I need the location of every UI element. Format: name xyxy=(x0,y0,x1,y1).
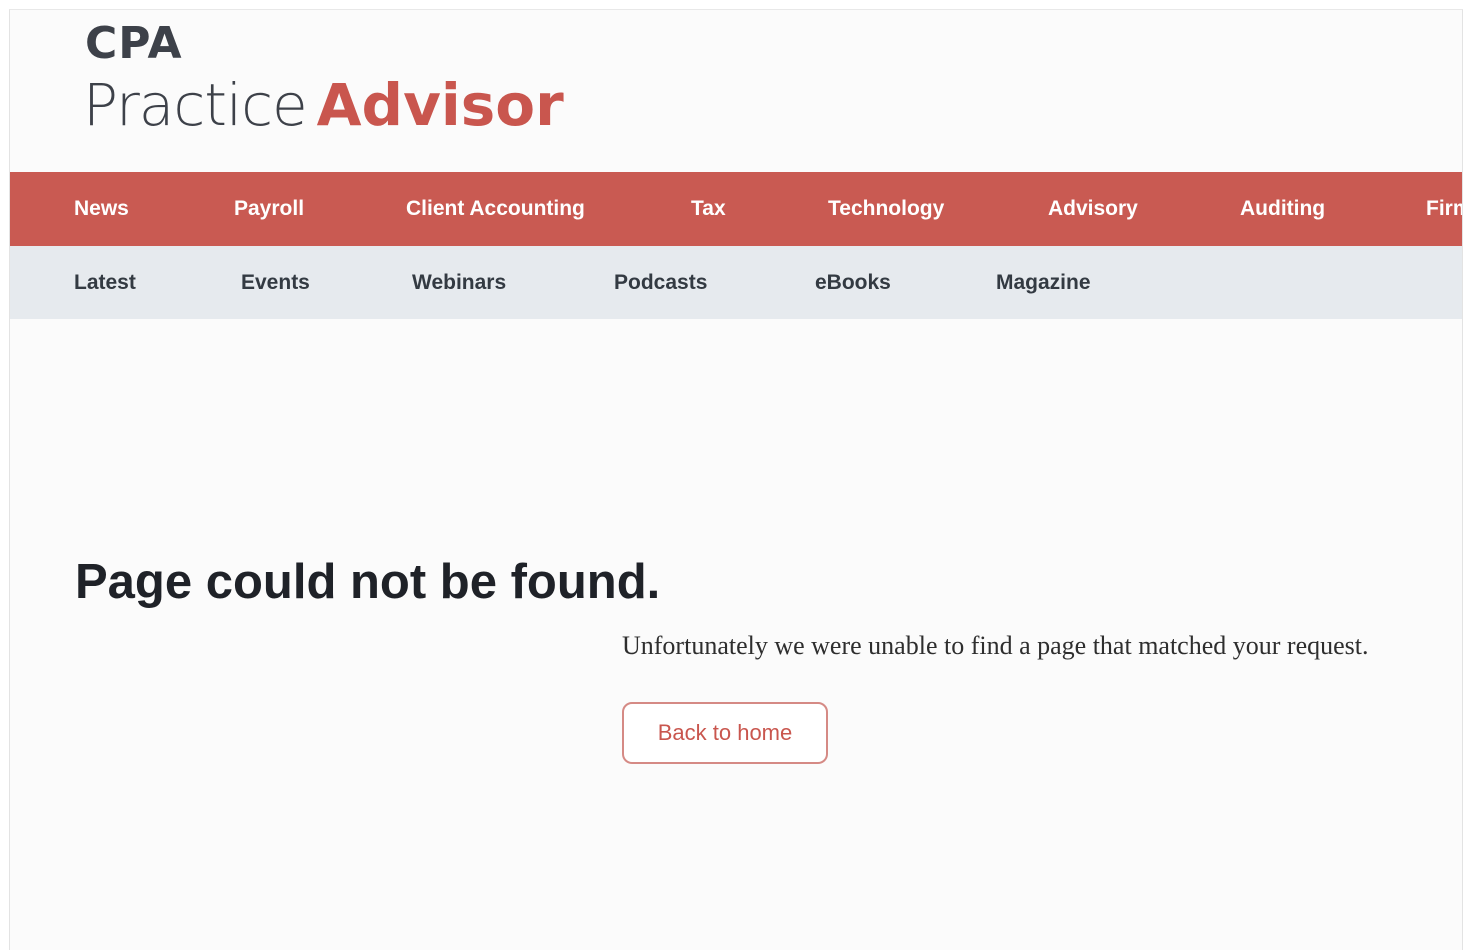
nav-item-news[interactable]: News xyxy=(74,172,129,246)
nav-item-tax[interactable]: Tax xyxy=(691,172,726,246)
nav-item-payroll[interactable]: Payroll xyxy=(234,172,304,246)
secondary-nav: Latest Events Webinars Podcasts eBooks M… xyxy=(10,246,1462,319)
back-to-home-button[interactable]: Back to home xyxy=(622,702,828,764)
subnav-item-podcasts[interactable]: Podcasts xyxy=(614,246,707,319)
nav-item-auditing[interactable]: Auditing xyxy=(1240,172,1325,246)
page-frame: CPA Practice Advisor News Payroll Client … xyxy=(9,9,1463,950)
logo-advisor-text: Advisor xyxy=(316,71,564,139)
nav-item-advisory[interactable]: Advisory xyxy=(1048,172,1138,246)
logo-practice-text: Practice xyxy=(83,71,308,139)
error-message: Unfortunately we were unable to find a p… xyxy=(622,631,1369,660)
nav-item-technology[interactable]: Technology xyxy=(828,172,944,246)
nav-item-client-accounting[interactable]: Client Accounting xyxy=(406,172,585,246)
logo-cpa-text: CPA xyxy=(85,18,183,69)
subnav-item-events[interactable]: Events xyxy=(241,246,310,319)
nav-item-firm[interactable]: Firm xyxy=(1426,172,1462,246)
error-title: Page could not be found. xyxy=(75,555,661,609)
primary-nav: News Payroll Client Accounting Tax Techn… xyxy=(10,172,1462,246)
subnav-item-latest[interactable]: Latest xyxy=(74,246,136,319)
logo-wordmark: Practice Advisor xyxy=(83,76,564,134)
subnav-item-webinars[interactable]: Webinars xyxy=(412,246,506,319)
subnav-item-ebooks[interactable]: eBooks xyxy=(815,246,891,319)
subnav-item-magazine[interactable]: Magazine xyxy=(996,246,1091,319)
